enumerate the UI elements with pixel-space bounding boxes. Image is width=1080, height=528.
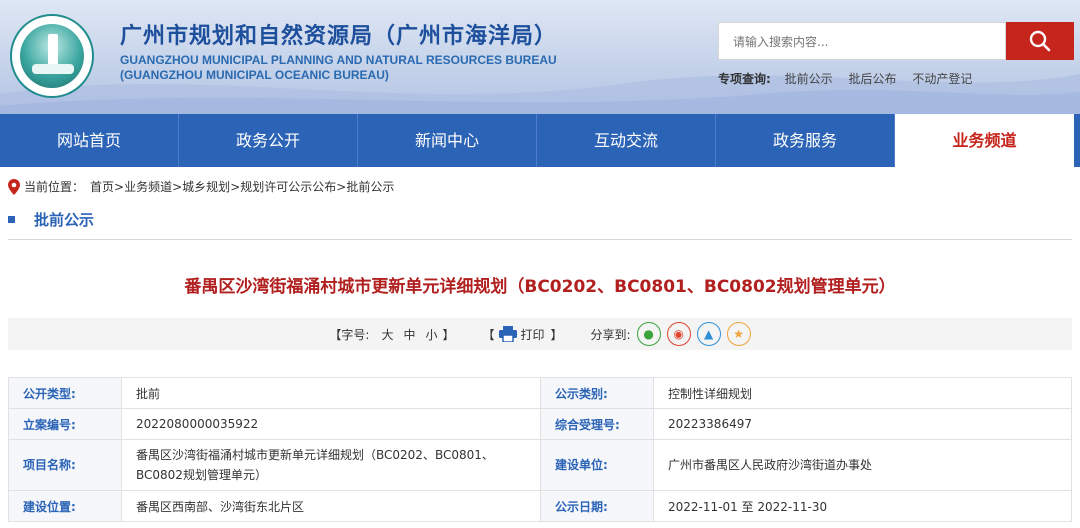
wechat-share-icon[interactable]: ● xyxy=(636,322,661,346)
table-row: 立案编号: 2022080000035922 综合受理号: 2022338649… xyxy=(8,408,1072,440)
site-subtitle-english: (GUANGZHOU MUNICIPAL OCEANIC BUREAU) xyxy=(120,68,389,82)
value-publicity-category: 控制性详细规划 xyxy=(653,377,1072,409)
label-construction-unit: 建设单位: xyxy=(540,439,654,491)
bureau-logo[interactable] xyxy=(10,14,94,98)
breadcrumb-business-channel[interactable]: 业务频道 xyxy=(124,178,172,195)
site-header: 广州市规划和自然资源局（广州市海洋局） GUANGZHOU MUNICIPAL … xyxy=(0,0,1080,114)
label-acceptance-number: 综合受理号: xyxy=(540,408,654,440)
breadcrumb-separator: > xyxy=(336,179,347,194)
share-label: 分享到: xyxy=(590,327,631,342)
search-icon xyxy=(1029,30,1051,52)
qzone-share-icon[interactable]: ★ xyxy=(726,322,751,346)
printer-icon xyxy=(498,326,517,342)
table-row: 公开类型: 批前 公示类别: 控制性详细规划 xyxy=(8,377,1072,409)
article-title: 番禺区沙湾街福涌村城市更新单元详细规划（BC0202、BC0801、BC0802… xyxy=(184,277,896,297)
section-square-icon xyxy=(8,216,15,223)
section-title: 批前公示 xyxy=(34,211,95,229)
value-construction-unit: 广州市番禺区人民政府沙湾街道办事处 xyxy=(653,439,1072,491)
font-size-control: 【字号: 大 中 小 】 xyxy=(329,326,454,343)
value-project-name: 番禺区沙湾街福涌村城市更新单元详细规划（BC0202、BC0801、BC0802… xyxy=(121,439,541,491)
section-header: 批前公示 xyxy=(8,208,1072,240)
breadcrumb-urban-rural-planning[interactable]: 城乡规划 xyxy=(182,178,230,195)
breadcrumb-separator: > xyxy=(114,179,125,194)
special-query-label: 专项查询: xyxy=(718,72,771,86)
font-size-close: 】 xyxy=(442,327,455,342)
value-publicity-date: 2022-11-01 至 2022-11-30 xyxy=(653,490,1072,522)
label-disclosure-type: 公开类型: xyxy=(8,377,122,409)
special-link-real-estate[interactable]: 不动产登记 xyxy=(912,72,972,86)
breadcrumb-label: 当前位置： xyxy=(24,180,85,194)
value-construction-location: 番禺区西南部、沙湾街东北片区 xyxy=(121,490,541,522)
label-publicity-date: 公示日期: xyxy=(540,490,654,522)
font-size-large[interactable]: 大 xyxy=(381,326,393,343)
site-title-english: GUANGZHOU MUNICIPAL PLANNING AND NATURAL… xyxy=(120,53,557,67)
special-link-post-publicity[interactable]: 批后公布 xyxy=(848,72,896,86)
nav-gov-services[interactable]: 政务服务 xyxy=(716,114,895,167)
breadcrumb-permit-publicity[interactable]: 规划许可公示公布 xyxy=(240,178,336,195)
search-box xyxy=(718,22,1006,61)
article-toolbar: 【字号: 大 中 小 】 【 打印 】 分享到: ● ◉ ▲ ★ xyxy=(8,318,1072,350)
table-row: 建设位置: 番禺区西南部、沙湾街东北片区 公示日期: 2022-11-01 至 … xyxy=(8,490,1072,522)
site-title: 广州市规划和自然资源局（广州市海洋局） xyxy=(120,24,558,49)
project-info-table: 公开类型: 批前 公示类别: 控制性详细规划 立案编号: 20220800000… xyxy=(8,377,1072,522)
nav-business-channel[interactable]: 业务频道 xyxy=(895,114,1074,167)
value-case-number: 2022080000035922 xyxy=(121,408,541,440)
table-row: 项目名称: 番禺区沙湾街福涌村城市更新单元详细规划（BC0202、BC0801、… xyxy=(8,439,1072,491)
location-pin-icon xyxy=(8,178,20,195)
weibo-share-icon[interactable]: ◉ xyxy=(666,322,691,346)
value-disclosure-type: 批前 xyxy=(121,377,541,409)
print-close-bracket: 】 xyxy=(550,327,563,342)
breadcrumb-home[interactable]: 首页 xyxy=(90,178,114,195)
breadcrumb-separator: > xyxy=(172,179,183,194)
print-control[interactable]: 【 打印 】 xyxy=(483,326,563,343)
print-label: 打印 xyxy=(520,327,545,342)
nav-interaction[interactable]: 互动交流 xyxy=(537,114,716,167)
breadcrumb-separator: > xyxy=(230,179,241,194)
nav-gov-affairs-open[interactable]: 政务公开 xyxy=(179,114,358,167)
breadcrumb-pre-publicity[interactable]: 批前公示 xyxy=(346,178,394,195)
search-button[interactable] xyxy=(1006,22,1074,60)
qq-share-icon[interactable]: ▲ xyxy=(696,322,721,346)
share-control: 分享到: ● ◉ ▲ ★ xyxy=(591,322,751,346)
main-nav: 网站首页 政务公开 新闻中心 互动交流 政务服务 业务频道 xyxy=(0,114,1080,167)
print-open-bracket: 【 xyxy=(482,327,495,342)
search-input[interactable] xyxy=(731,23,995,61)
nav-home[interactable]: 网站首页 xyxy=(0,114,179,167)
font-size-small[interactable]: 小 xyxy=(425,326,437,343)
special-query: 专项查询: 批前公示 批后公布 不动产登记 xyxy=(718,70,984,87)
label-project-name: 项目名称: xyxy=(8,439,122,491)
value-acceptance-number: 20223386497 xyxy=(653,408,1072,440)
nav-news-center[interactable]: 新闻中心 xyxy=(358,114,537,167)
font-size-medium[interactable]: 中 xyxy=(403,326,415,343)
label-construction-location: 建设位置: xyxy=(8,490,122,522)
special-link-pre-publicity[interactable]: 批前公示 xyxy=(785,72,833,86)
breadcrumb: 当前位置： 首页 > 业务频道 > 城乡规划 > 规划许可公示公布 > 批前公示 xyxy=(8,178,394,195)
label-case-number: 立案编号: xyxy=(8,408,122,440)
label-publicity-category: 公示类别: xyxy=(540,377,654,409)
font-size-label: 【字号: xyxy=(329,327,370,342)
